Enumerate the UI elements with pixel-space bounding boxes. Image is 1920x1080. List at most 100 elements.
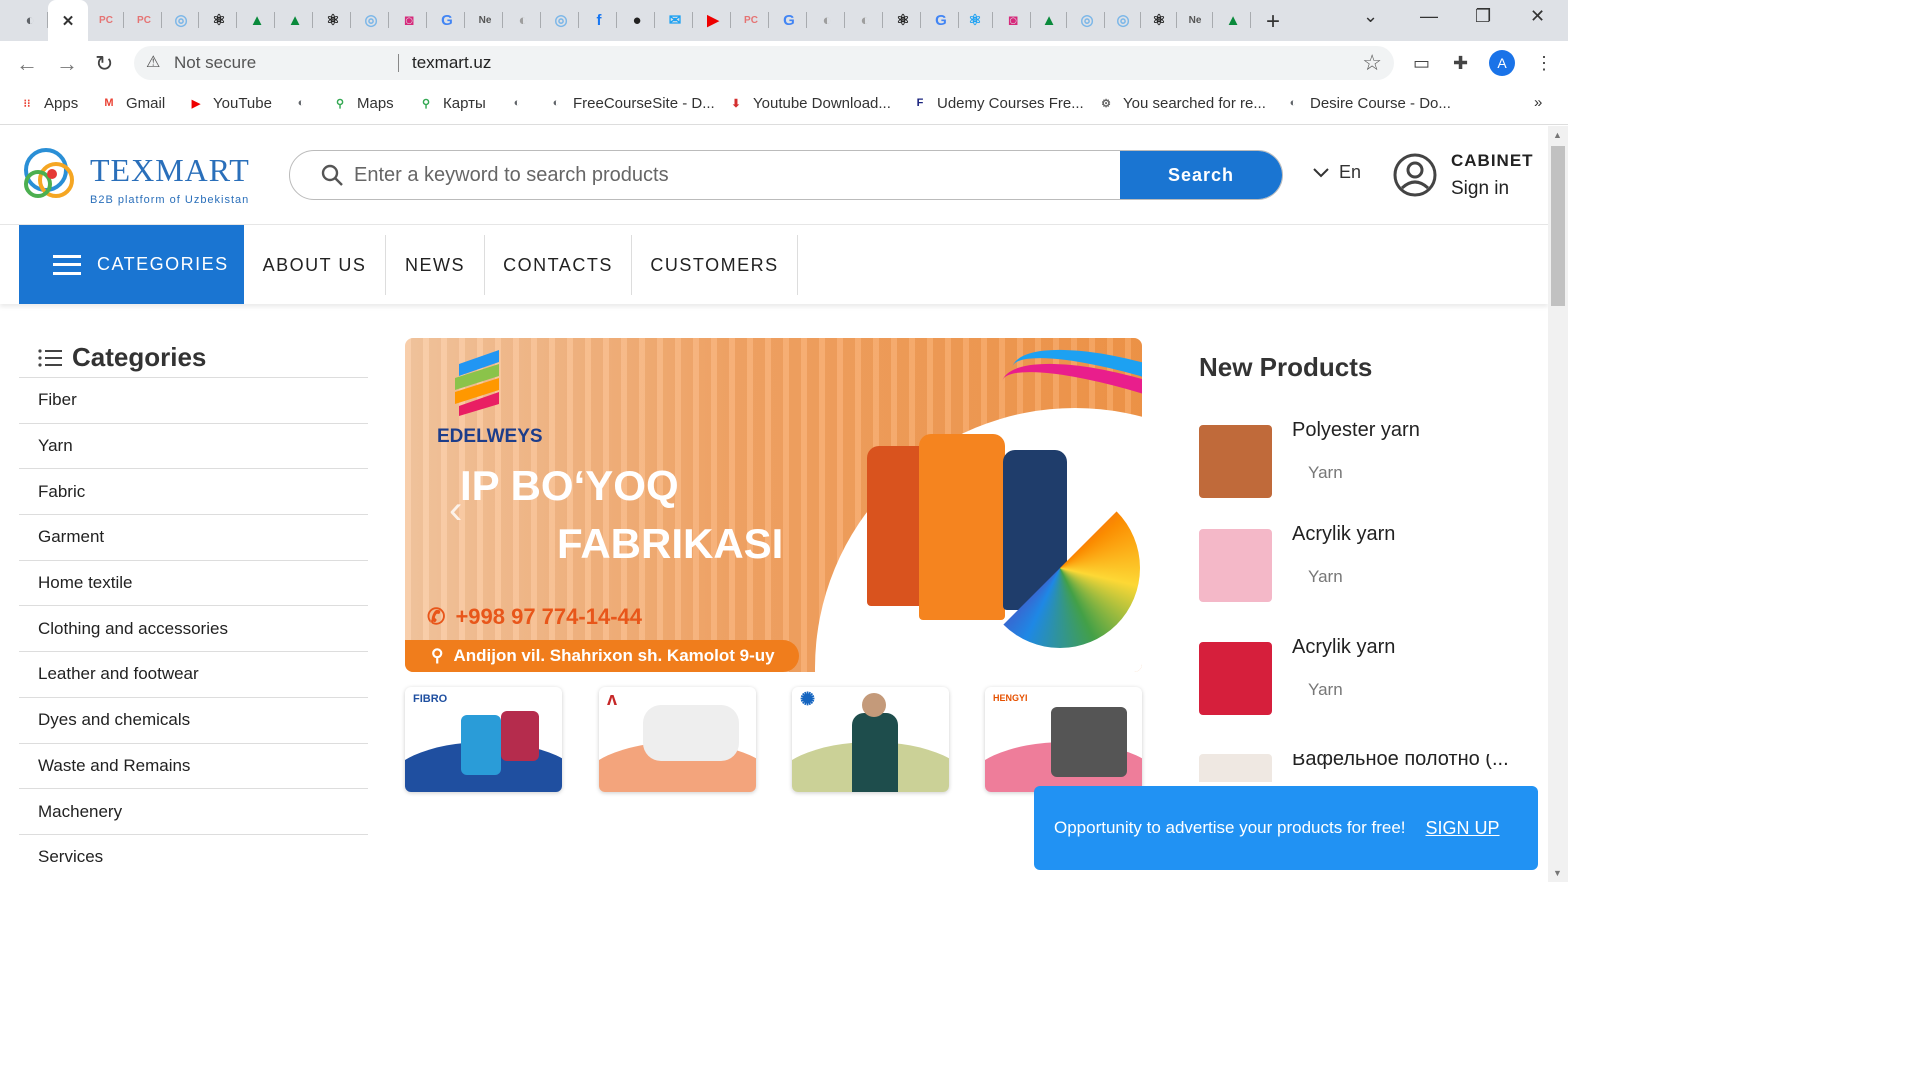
nav-customers[interactable]: CUSTOMERS (632, 235, 798, 295)
browser-tab[interactable]: Ne (467, 6, 503, 34)
product-image[interactable] (1199, 425, 1272, 498)
browser-tab[interactable]: ◐ (505, 6, 541, 34)
bookmark-item[interactable]: ◐ (292, 94, 310, 112)
sidebar-item-services[interactable]: Services (19, 833, 368, 880)
bookmark-item[interactable]: ⬇ Youtube Download... (727, 94, 891, 112)
sidebar-item-leather-and-footwear[interactable]: Leather and footwear (19, 651, 368, 697)
browser-tab[interactable]: ◎ (1105, 6, 1141, 34)
sidebar-item-garment[interactable]: Garment (19, 514, 368, 560)
bookmark-item[interactable]: ⁝⁝ Apps (18, 94, 79, 112)
product-card[interactable]: Polyester yarn Yarn (1199, 419, 1529, 505)
new-tab-button[interactable]: + (1266, 8, 1280, 36)
sidebar-item-home-textile[interactable]: Home textile (19, 559, 368, 606)
bookmark-star-icon[interactable]: ☆ (1362, 50, 1382, 76)
bookmark-item[interactable]: ⚙ You searched for re... (1097, 94, 1266, 112)
product-card[interactable]: Вафельное полотно (... (1199, 754, 1529, 782)
product-image[interactable] (1199, 529, 1272, 602)
scroll-thumb[interactable] (1551, 146, 1565, 306)
banner-thumb-2[interactable]: ᴧ (599, 687, 756, 792)
tab-search-icon[interactable]: ⌄ (1363, 6, 1378, 27)
browser-tab[interactable]: ◎ (1069, 6, 1105, 34)
language-selector[interactable]: En (1313, 162, 1361, 183)
bookmark-item[interactable]: ▶ YouTube (187, 94, 272, 112)
browser-tab[interactable]: PC (88, 6, 124, 34)
sidebar-item-machenery[interactable]: Machenery (19, 788, 368, 834)
browser-tab[interactable]: PC (126, 6, 162, 34)
scroll-up-icon[interactable]: ▲ (1553, 130, 1562, 140)
banner-thumb-3[interactable]: ✺ (792, 687, 949, 792)
scroll-down-icon[interactable]: ▼ (1553, 868, 1562, 878)
sidebar-item-yarn[interactable]: Yarn (19, 422, 368, 469)
nav-about-us[interactable]: ABOUT US (244, 235, 386, 295)
browser-tab[interactable]: ● (619, 6, 655, 34)
browser-tab[interactable]: ▲ (1215, 6, 1251, 34)
nav-news[interactable]: NEWS (386, 235, 485, 295)
browser-tab[interactable]: f (581, 6, 617, 34)
browser-tab[interactable]: ◐ (847, 6, 883, 34)
browser-tab[interactable]: PC (733, 6, 769, 34)
menu-dots-icon[interactable]: ⋮ (1535, 53, 1553, 74)
search-input[interactable] (352, 151, 1112, 199)
extensions-icon[interactable]: ✚ (1453, 53, 1468, 74)
promo-banner[interactable]: EDELWEYS ‹ IP BO‘YOQ FABRIKASI ✆ +998 97… (405, 338, 1142, 672)
browser-tab[interactable]: G (771, 6, 807, 34)
more-bookmarks-icon[interactable]: » (1534, 94, 1542, 111)
product-name[interactable]: Acrylik yarn (1292, 636, 1517, 659)
sign-in-link[interactable]: Sign in (1451, 178, 1509, 200)
product-image[interactable] (1199, 642, 1272, 715)
bookmark-item[interactable]: F Udemy Courses Fre... (911, 94, 1084, 112)
product-card[interactable]: Acrylik yarn Yarn (1199, 523, 1529, 609)
profile-avatar[interactable]: A (1489, 50, 1515, 76)
product-name[interactable]: Вафельное полотно (... (1292, 754, 1517, 771)
search-button[interactable]: Search (1120, 151, 1282, 199)
browser-tab[interactable]: ⚛ (957, 6, 993, 34)
browser-tab[interactable]: ⚛ (315, 6, 351, 34)
browser-tab[interactable]: ▲ (277, 6, 313, 34)
browser-tab[interactable]: Ne (1177, 6, 1213, 34)
browser-tab[interactable]: ◐ (12, 6, 48, 34)
browser-tab[interactable]: ⚛ (885, 6, 921, 34)
product-name[interactable]: Polyester yarn (1292, 419, 1517, 442)
browser-tab[interactable]: ⚛ (201, 6, 237, 34)
restore-icon[interactable]: ❐ (1475, 6, 1491, 27)
close-window-icon[interactable]: ✕ (1530, 6, 1545, 27)
browser-tab[interactable]: ◎ (163, 6, 199, 34)
bookmark-item[interactable]: ⚲ Maps (331, 94, 394, 112)
banner-thumb-4[interactable]: HENGYI (985, 687, 1142, 792)
bookmark-item[interactable]: ⚲ Карты (417, 94, 486, 112)
categories-button[interactable]: CATEGORIES (19, 225, 244, 304)
page-scrollbar[interactable]: ▲ ▼ (1548, 126, 1568, 882)
browser-tab[interactable]: ◙ (995, 6, 1031, 34)
back-icon[interactable]: ← (16, 51, 38, 77)
browser-tab[interactable]: ◙ (391, 6, 427, 34)
browser-tab[interactable]: ▲ (239, 6, 275, 34)
address-bar[interactable]: ⚠ Not secure texmart.uz ☆ (134, 46, 1394, 80)
product-image[interactable] (1199, 754, 1272, 782)
cast-icon[interactable]: ▭ (1413, 53, 1430, 74)
sidebar-item-fiber[interactable]: Fiber (19, 377, 368, 423)
banner-thumb-1[interactable]: FIBRO (405, 687, 562, 792)
browser-tab[interactable]: ◎ (353, 6, 389, 34)
forward-icon[interactable]: → (56, 51, 78, 77)
product-name[interactable]: Acrylik yarn (1292, 523, 1517, 546)
product-card[interactable]: Acrylik yarn Yarn (1199, 636, 1529, 722)
browser-tab[interactable]: ◎ (543, 6, 579, 34)
sidebar-item-clothing-and-accessories[interactable]: Clothing and accessories (19, 605, 368, 651)
nav-contacts[interactable]: CONTACTS (485, 235, 632, 295)
browser-tab[interactable]: ▶ (695, 6, 731, 34)
sidebar-item-dyes-and-chemicals[interactable]: Dyes and chemicals (19, 696, 368, 743)
browser-tab[interactable]: ✕ (48, 0, 88, 41)
minimize-icon[interactable]: — (1420, 6, 1438, 27)
url-text[interactable]: texmart.uz (412, 53, 491, 73)
browser-tab[interactable]: G (923, 6, 959, 34)
bookmark-item[interactable]: ◐ FreeCourseSite - D... (547, 94, 715, 112)
bookmark-item[interactable]: ◐ (508, 94, 526, 112)
sign-up-link[interactable]: SIGN UP (1426, 818, 1500, 839)
browser-tab[interactable]: ✉ (657, 6, 693, 34)
browser-tab[interactable]: G (429, 6, 465, 34)
reload-icon[interactable]: ↻ (95, 51, 113, 77)
sidebar-item-fabric[interactable]: Fabric (19, 468, 368, 514)
texmart-logo[interactable]: TEXMART B2B platform of Uzbekistan (18, 142, 268, 208)
sidebar-item-waste-and-remains[interactable]: Waste and Remains (19, 742, 368, 789)
user-icon[interactable] (1392, 152, 1438, 198)
